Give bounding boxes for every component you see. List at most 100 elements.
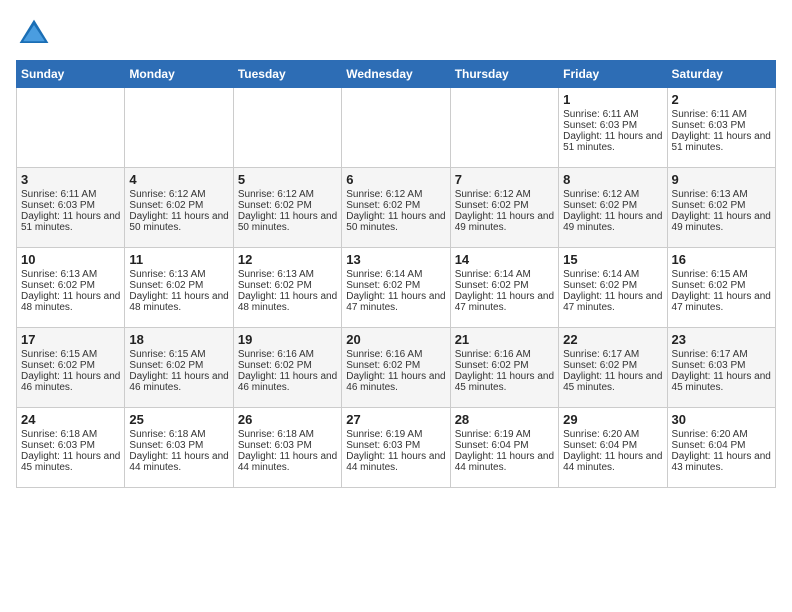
sunrise-text: Sunrise: 6:13 AM: [129, 269, 205, 280]
sunrise-text: Sunrise: 6:11 AM: [21, 189, 96, 200]
daylight-text: Daylight: 11 hours and 49 minutes.: [672, 211, 771, 233]
sunrise-text: Sunrise: 6:16 AM: [346, 349, 422, 360]
day-number: 3: [21, 172, 120, 187]
sunset-text: Sunset: 6:02 PM: [346, 360, 420, 371]
day-header-tuesday: Tuesday: [233, 61, 341, 88]
sunset-text: Sunset: 6:04 PM: [672, 440, 746, 451]
day-header-sunday: Sunday: [17, 61, 125, 88]
day-number: 25: [129, 412, 228, 427]
day-header-saturday: Saturday: [667, 61, 775, 88]
sunrise-text: Sunrise: 6:15 AM: [129, 349, 205, 360]
day-number: 16: [672, 252, 771, 267]
sunset-text: Sunset: 6:02 PM: [455, 200, 529, 211]
sunrise-text: Sunrise: 6:18 AM: [238, 429, 314, 440]
sunset-text: Sunset: 6:02 PM: [129, 280, 203, 291]
daylight-text: Daylight: 11 hours and 44 minutes.: [346, 451, 445, 473]
day-number: 26: [238, 412, 337, 427]
day-number: 4: [129, 172, 228, 187]
day-number: 17: [21, 332, 120, 347]
daylight-text: Daylight: 11 hours and 47 minutes.: [455, 291, 554, 313]
calendar-cell: 29 Sunrise: 6:20 AM Sunset: 6:04 PM Dayl…: [559, 408, 667, 488]
day-number: 24: [21, 412, 120, 427]
calendar-cell: 23 Sunrise: 6:17 AM Sunset: 6:03 PM Dayl…: [667, 328, 775, 408]
sunset-text: Sunset: 6:02 PM: [346, 280, 420, 291]
calendar-table: SundayMondayTuesdayWednesdayThursdayFrid…: [16, 60, 776, 488]
logo-icon: [16, 16, 52, 52]
daylight-text: Daylight: 11 hours and 51 minutes.: [672, 131, 771, 153]
calendar-week-row: 1 Sunrise: 6:11 AM Sunset: 6:03 PM Dayli…: [17, 88, 776, 168]
calendar-cell: 30 Sunrise: 6:20 AM Sunset: 6:04 PM Dayl…: [667, 408, 775, 488]
daylight-text: Daylight: 11 hours and 48 minutes.: [129, 291, 228, 313]
day-header-thursday: Thursday: [450, 61, 558, 88]
calendar-cell: 9 Sunrise: 6:13 AM Sunset: 6:02 PM Dayli…: [667, 168, 775, 248]
sunrise-text: Sunrise: 6:12 AM: [129, 189, 205, 200]
calendar-cell: 1 Sunrise: 6:11 AM Sunset: 6:03 PM Dayli…: [559, 88, 667, 168]
sunset-text: Sunset: 6:02 PM: [21, 280, 95, 291]
daylight-text: Daylight: 11 hours and 46 minutes.: [129, 371, 228, 393]
daylight-text: Daylight: 11 hours and 44 minutes.: [563, 451, 662, 473]
day-number: 13: [346, 252, 445, 267]
sunset-text: Sunset: 6:02 PM: [238, 200, 312, 211]
day-number: 8: [563, 172, 662, 187]
calendar-cell: 25 Sunrise: 6:18 AM Sunset: 6:03 PM Dayl…: [125, 408, 233, 488]
sunset-text: Sunset: 6:02 PM: [21, 360, 95, 371]
sunset-text: Sunset: 6:03 PM: [238, 440, 312, 451]
calendar-cell: [450, 88, 558, 168]
sunrise-text: Sunrise: 6:17 AM: [672, 349, 748, 360]
sunset-text: Sunset: 6:02 PM: [563, 360, 637, 371]
calendar-cell: 19 Sunrise: 6:16 AM Sunset: 6:02 PM Dayl…: [233, 328, 341, 408]
sunset-text: Sunset: 6:04 PM: [563, 440, 637, 451]
calendar-cell: [342, 88, 450, 168]
calendar-cell: 24 Sunrise: 6:18 AM Sunset: 6:03 PM Dayl…: [17, 408, 125, 488]
calendar-cell: 8 Sunrise: 6:12 AM Sunset: 6:02 PM Dayli…: [559, 168, 667, 248]
sunset-text: Sunset: 6:03 PM: [129, 440, 203, 451]
sunrise-text: Sunrise: 6:13 AM: [21, 269, 97, 280]
daylight-text: Daylight: 11 hours and 47 minutes.: [672, 291, 771, 313]
daylight-text: Daylight: 11 hours and 50 minutes.: [346, 211, 445, 233]
sunset-text: Sunset: 6:03 PM: [346, 440, 420, 451]
day-number: 18: [129, 332, 228, 347]
daylight-text: Daylight: 11 hours and 51 minutes.: [21, 211, 120, 233]
day-number: 23: [672, 332, 771, 347]
sunrise-text: Sunrise: 6:12 AM: [346, 189, 422, 200]
daylight-text: Daylight: 11 hours and 46 minutes.: [21, 371, 120, 393]
calendar-header-row: SundayMondayTuesdayWednesdayThursdayFrid…: [17, 61, 776, 88]
daylight-text: Daylight: 11 hours and 45 minutes.: [563, 371, 662, 393]
calendar-cell: [125, 88, 233, 168]
sunrise-text: Sunrise: 6:19 AM: [346, 429, 422, 440]
calendar-cell: 28 Sunrise: 6:19 AM Sunset: 6:04 PM Dayl…: [450, 408, 558, 488]
day-header-monday: Monday: [125, 61, 233, 88]
calendar-cell: 20 Sunrise: 6:16 AM Sunset: 6:02 PM Dayl…: [342, 328, 450, 408]
sunset-text: Sunset: 6:02 PM: [563, 200, 637, 211]
sunrise-text: Sunrise: 6:16 AM: [455, 349, 531, 360]
sunset-text: Sunset: 6:02 PM: [238, 280, 312, 291]
sunset-text: Sunset: 6:02 PM: [129, 360, 203, 371]
day-number: 28: [455, 412, 554, 427]
sunrise-text: Sunrise: 6:11 AM: [563, 109, 638, 120]
sunset-text: Sunset: 6:02 PM: [346, 200, 420, 211]
sunrise-text: Sunrise: 6:18 AM: [129, 429, 205, 440]
sunrise-text: Sunrise: 6:13 AM: [238, 269, 314, 280]
calendar-cell: 4 Sunrise: 6:12 AM Sunset: 6:02 PM Dayli…: [125, 168, 233, 248]
day-header-friday: Friday: [559, 61, 667, 88]
sunrise-text: Sunrise: 6:20 AM: [563, 429, 639, 440]
daylight-text: Daylight: 11 hours and 50 minutes.: [129, 211, 228, 233]
day-number: 1: [563, 92, 662, 107]
calendar-cell: 16 Sunrise: 6:15 AM Sunset: 6:02 PM Dayl…: [667, 248, 775, 328]
daylight-text: Daylight: 11 hours and 49 minutes.: [563, 211, 662, 233]
calendar-cell: 26 Sunrise: 6:18 AM Sunset: 6:03 PM Dayl…: [233, 408, 341, 488]
sunrise-text: Sunrise: 6:15 AM: [21, 349, 97, 360]
day-number: 9: [672, 172, 771, 187]
daylight-text: Daylight: 11 hours and 45 minutes.: [455, 371, 554, 393]
calendar-week-row: 17 Sunrise: 6:15 AM Sunset: 6:02 PM Dayl…: [17, 328, 776, 408]
sunrise-text: Sunrise: 6:18 AM: [21, 429, 97, 440]
sunset-text: Sunset: 6:02 PM: [672, 200, 746, 211]
sunset-text: Sunset: 6:03 PM: [21, 200, 95, 211]
sunrise-text: Sunrise: 6:12 AM: [238, 189, 314, 200]
sunrise-text: Sunrise: 6:20 AM: [672, 429, 748, 440]
day-header-wednesday: Wednesday: [342, 61, 450, 88]
daylight-text: Daylight: 11 hours and 47 minutes.: [346, 291, 445, 313]
calendar-cell: 6 Sunrise: 6:12 AM Sunset: 6:02 PM Dayli…: [342, 168, 450, 248]
sunrise-text: Sunrise: 6:15 AM: [672, 269, 748, 280]
calendar-cell: 13 Sunrise: 6:14 AM Sunset: 6:02 PM Dayl…: [342, 248, 450, 328]
